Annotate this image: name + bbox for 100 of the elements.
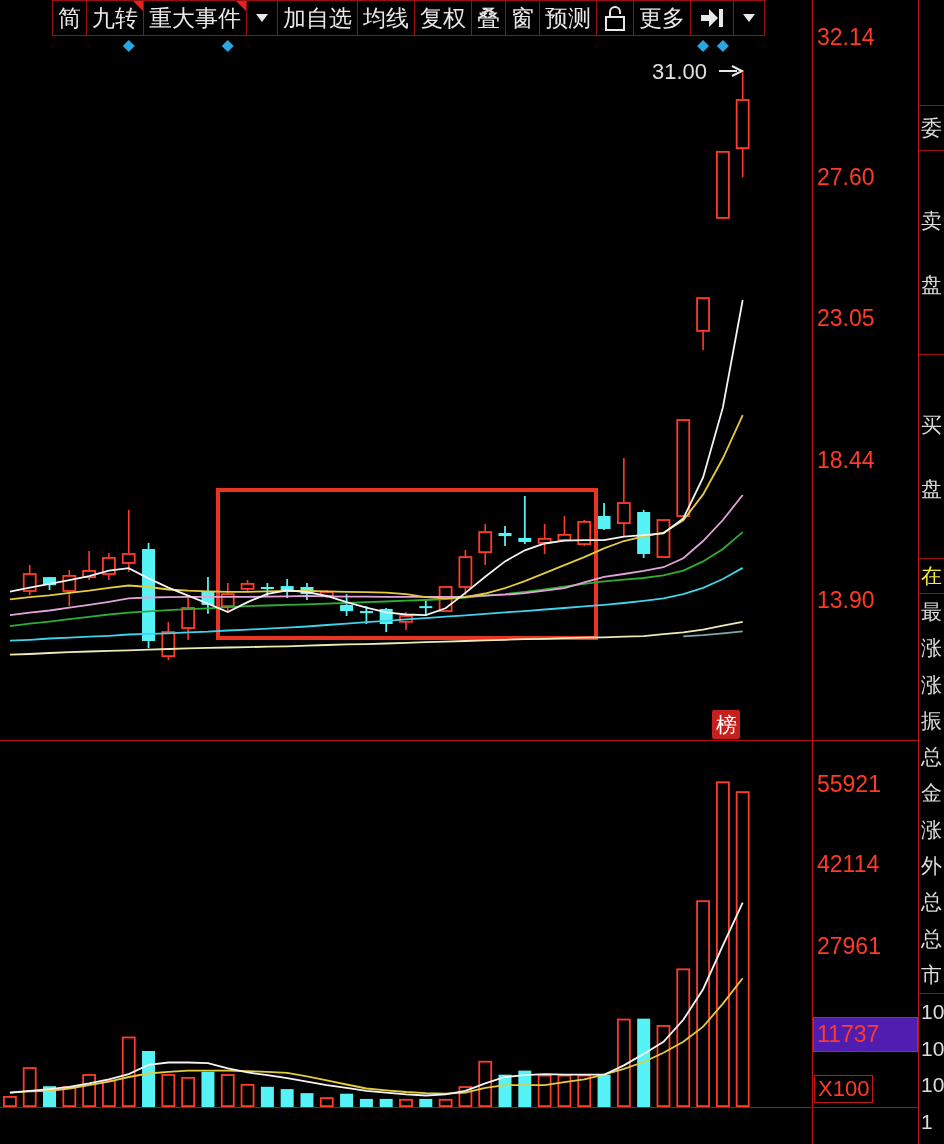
candle <box>300 582 314 601</box>
toolbar-button[interactable] <box>246 0 278 36</box>
toolbar-button[interactable]: 九转 <box>86 0 144 36</box>
candle <box>280 578 294 599</box>
volume-bar <box>597 1074 611 1107</box>
side-panel-label: 涨 <box>920 672 943 697</box>
side-panel-label: 卖盘 <box>920 207 942 298</box>
toolbar-button[interactable] <box>596 0 634 36</box>
volume-bar <box>537 1074 552 1107</box>
toolbar-button[interactable] <box>733 0 765 36</box>
candle <box>220 582 235 613</box>
side-panel-label: 外 <box>920 854 943 878</box>
candle <box>121 509 136 573</box>
caret-icon <box>743 14 755 22</box>
volume-bar <box>102 1079 116 1107</box>
side-panel-label: 市 <box>920 962 943 987</box>
side-panel-label: 总 <box>920 745 943 770</box>
candle <box>240 579 255 593</box>
candle <box>359 605 373 625</box>
candle <box>399 611 413 631</box>
side-panel-value: 10 <box>920 1036 944 1061</box>
volume-bar <box>359 1098 373 1107</box>
toolbar-button[interactable]: 复权 <box>414 0 472 36</box>
side-panel-value: 10 <box>920 1073 944 1098</box>
event-marker-icon <box>716 40 729 52</box>
toolbar-button[interactable]: 窗 <box>505 0 540 36</box>
candle <box>557 515 572 541</box>
volume-axis-label: 55921 <box>817 771 881 798</box>
candle <box>419 600 433 617</box>
candle <box>62 569 77 607</box>
volume-bar <box>3 1096 17 1107</box>
volume-bar <box>340 1093 354 1107</box>
candle <box>637 508 651 559</box>
side-panel-label: 委 <box>920 116 942 140</box>
caret-icon <box>256 14 268 22</box>
candle <box>161 621 176 661</box>
candle <box>260 582 274 598</box>
volume-bar <box>142 1051 156 1107</box>
volume-bar <box>260 1086 274 1107</box>
volume-axis-label: 42114 <box>817 850 880 877</box>
volume-bar <box>240 1083 255 1107</box>
candle <box>181 597 196 641</box>
volume-bar <box>438 1098 453 1107</box>
candle <box>379 607 393 633</box>
padlock-icon <box>604 5 626 31</box>
candle <box>102 552 116 581</box>
side-panel-label: 总 <box>920 926 943 951</box>
arrow-to-bar-icon <box>700 8 724 28</box>
candle <box>656 519 671 558</box>
toolbar-button[interactable]: 加自选 <box>277 0 358 36</box>
volume-bar <box>201 1071 215 1107</box>
side-panel-label: 最 <box>920 600 943 625</box>
side-panel-label: 涨 <box>920 636 943 661</box>
price-axis-label: 23.05 <box>817 304 875 331</box>
toolbar-button[interactable] <box>690 0 734 36</box>
volume-bar <box>280 1089 294 1107</box>
candle <box>201 576 215 615</box>
candle <box>577 519 592 547</box>
side-panel-value: 10 <box>920 1000 944 1025</box>
high-price-label: 31.00 <box>652 59 708 85</box>
volume-bar <box>82 1074 97 1107</box>
volume-bar <box>220 1074 235 1107</box>
toolbar-button[interactable]: 更多 <box>633 0 691 36</box>
side-panel-label: 总 <box>920 890 943 915</box>
candle <box>696 297 710 351</box>
volume-bar <box>379 1098 393 1107</box>
candle <box>43 576 56 591</box>
price-axis-label: 18.44 <box>817 446 875 473</box>
candle <box>537 523 552 555</box>
candle <box>82 550 97 581</box>
toolbar-button[interactable]: 简 <box>52 0 87 36</box>
candle <box>478 523 493 566</box>
volume-bar <box>161 1074 176 1107</box>
volume-bar <box>557 1074 572 1107</box>
candle <box>458 549 473 596</box>
toolbar-button[interactable]: 重大事件 <box>143 0 247 36</box>
volume-bar <box>399 1098 413 1107</box>
side-panel-label: 振 <box>920 708 943 733</box>
candle <box>319 589 334 599</box>
volume-bar <box>121 1036 136 1107</box>
side-panel-label: 金 <box>920 781 943 806</box>
event-marker-icon <box>697 40 710 52</box>
toolbar-button[interactable]: 均线 <box>357 0 415 36</box>
candle <box>498 525 512 547</box>
side-panel-label: 涨 <box>920 817 943 842</box>
candle <box>716 150 730 219</box>
side-panel-label: 买盘 <box>920 411 942 502</box>
volume-axis-label: 27961 <box>817 932 881 959</box>
leader-arrow <box>718 65 745 77</box>
volume-bar <box>419 1098 433 1107</box>
candle <box>340 593 354 617</box>
rank-badge[interactable]: 榜 <box>712 710 740 739</box>
toolbar-button[interactable]: 叠 <box>471 0 506 36</box>
unit-tag: X100 <box>814 1075 874 1103</box>
volume-bar <box>300 1093 314 1107</box>
volume-bar <box>319 1097 334 1107</box>
price-axis-label: 13.90 <box>817 586 875 613</box>
volume-bar <box>22 1067 37 1107</box>
candle <box>518 495 532 545</box>
toolbar-button[interactable]: 预测 <box>539 0 597 36</box>
